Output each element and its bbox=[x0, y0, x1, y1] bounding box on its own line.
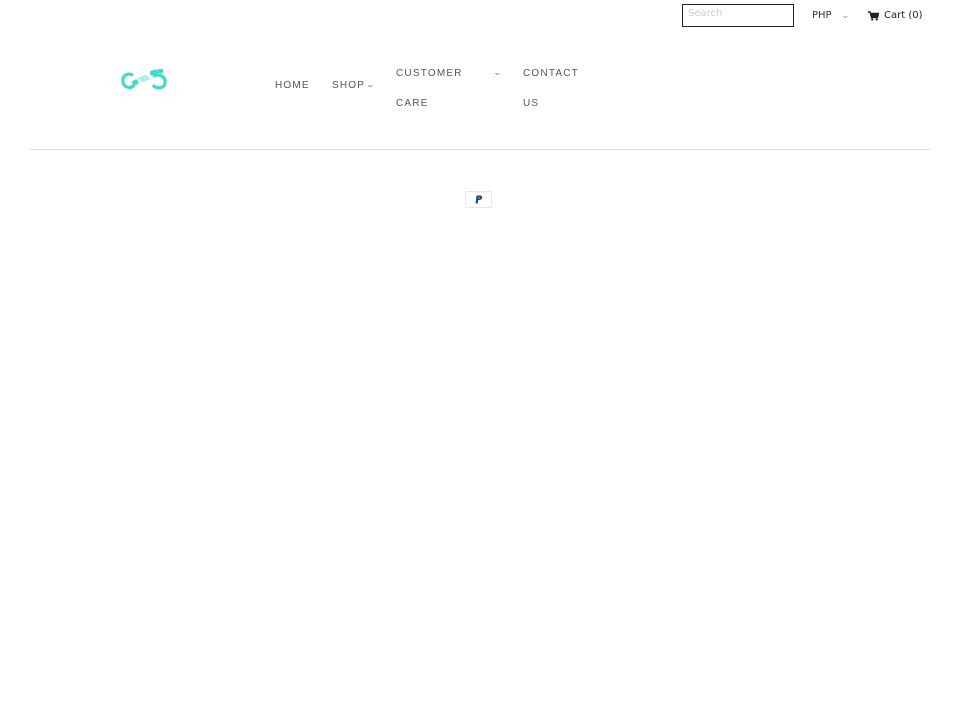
header-divider bbox=[30, 149, 930, 150]
nav-item-contact-us[interactable]: CONTACT US bbox=[523, 68, 579, 109]
chevron-down-icon[interactable]: ⌄ bbox=[366, 80, 375, 89]
nav-item-home[interactable]: HOME bbox=[275, 80, 310, 91]
cart-label: Cart (0) bbox=[884, 10, 923, 21]
nav-item-label: HOME bbox=[275, 80, 310, 91]
nav-item-shop[interactable]: SHOP bbox=[332, 80, 365, 91]
currency-value: PHP bbox=[812, 10, 832, 21]
cart-link[interactable]: Cart (0) bbox=[868, 10, 923, 21]
currency-selector[interactable]: PHP ⌄ bbox=[812, 10, 850, 21]
nav-item-label: US bbox=[523, 98, 540, 109]
nav-item-customer-care[interactable]: CUSTOMER CARE bbox=[396, 68, 463, 109]
chevron-down-icon: ⌄ bbox=[840, 11, 850, 20]
handcuffs-logo-icon bbox=[121, 69, 167, 90]
nav-item-label: CUSTOMER bbox=[396, 68, 463, 79]
nav-item-label: SHOP bbox=[332, 80, 366, 91]
paypal-icon bbox=[475, 195, 482, 204]
cart-icon bbox=[868, 10, 879, 21]
nav-item-label: CONTACT bbox=[523, 68, 579, 79]
search-input[interactable] bbox=[682, 4, 794, 27]
chevron-down-icon[interactable]: ⌄ bbox=[493, 68, 502, 77]
payment-icon-paypal bbox=[465, 191, 492, 208]
logo[interactable] bbox=[120, 66, 168, 92]
nav-item-label: CARE bbox=[396, 98, 429, 109]
